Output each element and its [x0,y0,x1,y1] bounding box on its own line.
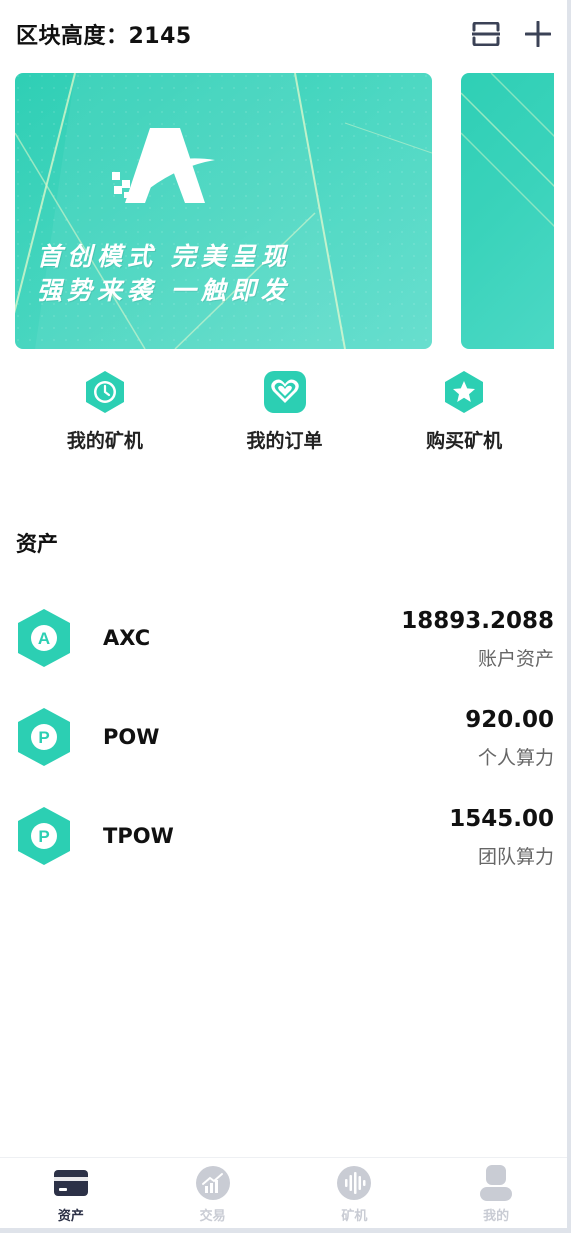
bottom-tab-bar: 资产 交易 矿机 我的 [0,1157,567,1228]
coin-p-icon: P [16,806,72,866]
frame-edge [0,1228,571,1233]
block-height-title: 区块高度：2145 [16,24,192,49]
banner-carousel[interactable]: 首创模式 完美呈现 强势来袭 一触即发 [15,73,554,349]
quick-action-buy-miner[interactable]: 购买矿机 [374,370,554,460]
banner-background [461,73,554,228]
chart-trend-icon [195,1165,231,1201]
tab-assets[interactable]: 资产 [0,1158,142,1228]
banner-background [15,73,432,349]
quick-action-my-miners[interactable]: 我的矿机 [15,370,195,460]
wallet-icon [53,1165,89,1201]
asset-value: 920.00 [465,707,554,733]
asset-row-axc[interactable]: A AXC 18893.2088 账户资产 [16,600,554,699]
asset-row-tpow[interactable]: P TPOW 1545.00 团队算力 [16,798,554,897]
asset-value: 18893.2088 [401,608,554,634]
quick-action-label: 购买矿机 [426,430,503,452]
banner-slide[interactable]: 首创模式 完美呈现 强势来袭 一触即发 [15,73,432,349]
coin-a-icon: A [16,608,72,668]
banner-slogan-line2: 强势来袭 一触即发 [37,276,291,305]
svg-text:P: P [38,827,49,846]
header-actions [471,19,553,49]
quick-action-label: 我的矿机 [66,430,143,452]
asset-name: POW [103,725,160,749]
banner-slogan-line1: 首创模式 完美呈现 [37,242,291,271]
svg-text:A: A [38,629,50,648]
tab-label: 资产 [57,1209,84,1224]
asset-label: 账户资产 [477,648,554,670]
tab-miners[interactable]: 矿机 [284,1158,426,1228]
svg-text:P: P [38,728,49,747]
heart-icon [263,370,307,414]
asset-row-pow[interactable]: P POW 920.00 个人算力 [16,699,554,798]
quick-action-my-orders[interactable]: 我的订单 [195,370,375,460]
tab-me[interactable]: 我的 [425,1158,567,1228]
asset-name: TPOW [103,824,174,848]
star-icon [442,370,486,414]
asset-label: 个人算力 [477,747,554,769]
scan-icon[interactable] [471,19,501,49]
app-screen: 区块高度：2145 首创模式 完美呈现 强势来袭 一触即发 我的矿机 我的订单 … [0,0,567,1228]
waveform-icon [336,1165,372,1201]
asset-name: AXC [103,626,151,650]
tab-label: 交易 [199,1209,226,1224]
tab-label: 矿机 [341,1209,368,1224]
assets-section-title: 资产 [16,532,58,556]
asset-value: 1545.00 [449,806,554,832]
tab-trade[interactable]: 交易 [142,1158,284,1228]
user-icon [478,1165,514,1201]
quick-actions: 我的矿机 我的订单 购买矿机 [15,370,554,460]
quick-action-label: 我的订单 [246,430,323,452]
asset-label: 团队算力 [477,846,554,868]
frame-edge [567,0,571,1233]
clock-icon [83,370,127,414]
coin-p-icon: P [16,707,72,767]
plus-icon[interactable] [523,19,553,49]
header: 区块高度：2145 [16,16,553,52]
tab-label: 我的 [483,1209,510,1224]
banner-slide-next[interactable] [461,73,554,349]
asset-list: A AXC 18893.2088 账户资产 P POW 920.00 个人算力 [16,600,554,897]
brand-logo-icon [112,128,215,203]
